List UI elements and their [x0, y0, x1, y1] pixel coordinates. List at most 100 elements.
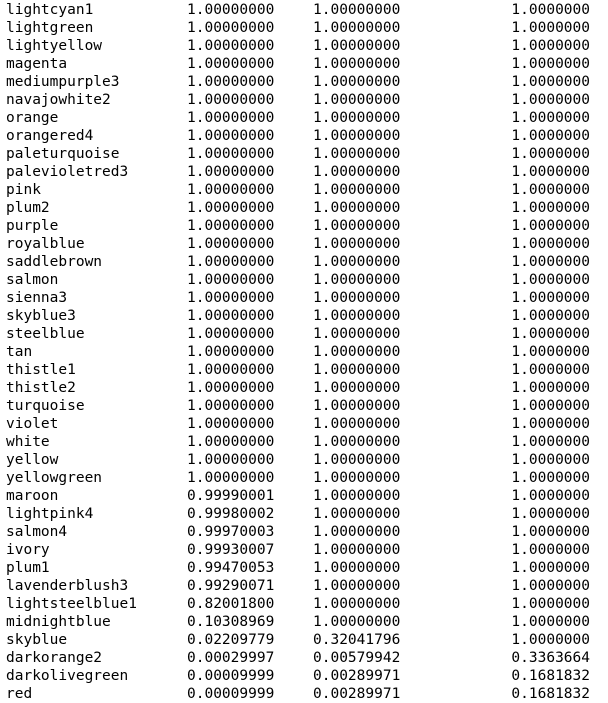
- value-col-2: 1.00000000: [313, 452, 401, 468]
- value-col-1: 1.00000000: [187, 326, 275, 342]
- value-col-2: 1.00000000: [313, 560, 401, 576]
- value-col-2: 1.00000000: [313, 38, 401, 54]
- value-col-3: 1.0000000: [511, 416, 590, 432]
- output-row: yellow 1.00000000 1.00000000 1.0000000: [0, 451, 608, 469]
- value-col-3: 1.0000000: [511, 578, 590, 594]
- value-col-3: 1.0000000: [511, 2, 590, 18]
- value-col-2: 1.00000000: [313, 506, 401, 522]
- output-row: white 1.00000000 1.00000000 1.0000000: [0, 433, 608, 451]
- value-col-1: 0.99930007: [187, 542, 275, 558]
- output-row: skyblue3 1.00000000 1.00000000 1.0000000: [0, 307, 608, 325]
- output-row: orange 1.00000000 1.00000000 1.0000000: [0, 109, 608, 127]
- output-row: navajowhite2 1.00000000 1.00000000 1.000000…: [0, 91, 608, 109]
- color-name: orange: [6, 110, 59, 126]
- color-name: yellowgreen: [6, 470, 103, 486]
- value-col-1: 1.00000000: [187, 362, 275, 378]
- value-col-2: 1.00000000: [313, 20, 401, 36]
- value-col-3: 1.0000000: [511, 344, 590, 360]
- value-col-1: 1.00000000: [187, 398, 275, 414]
- color-name: purple: [6, 218, 59, 234]
- output-row: purple 1.00000000 1.00000000 1.0000000: [0, 217, 608, 235]
- value-col-1: 0.99990001: [187, 488, 275, 504]
- value-col-1: 0.10308969: [187, 614, 275, 630]
- value-col-1: 0.99980002: [187, 506, 275, 522]
- value-col-2: 1.00000000: [313, 290, 401, 306]
- output-row: maroon 0.99990001 1.00000000 1.0000000: [0, 487, 608, 505]
- output-row: royalblue 1.00000000 1.00000000 1.0000000: [0, 235, 608, 253]
- value-col-3: 1.0000000: [511, 452, 590, 468]
- output-row: salmon4 0.99970003 1.00000000 1.0000000: [0, 523, 608, 541]
- value-col-1: 1.00000000: [187, 128, 275, 144]
- output-row: thistle1 1.00000000 1.00000000 1.0000000: [0, 361, 608, 379]
- value-col-2: 1.00000000: [313, 542, 401, 558]
- value-col-2: 1.00000000: [313, 614, 401, 630]
- value-col-1: 1.00000000: [187, 344, 275, 360]
- value-col-3: 1.0000000: [511, 470, 590, 486]
- value-col-1: 1.00000000: [187, 38, 275, 54]
- color-name: mediumpurple3: [6, 74, 120, 90]
- value-col-2: 1.00000000: [313, 578, 401, 594]
- output-row: lightcyan1 1.00000000 1.00000000 1.0000000: [0, 1, 608, 19]
- color-name: maroon: [6, 488, 59, 504]
- output-row: plum1 0.99470053 1.00000000 1.0000000: [0, 559, 608, 577]
- value-col-1: 1.00000000: [187, 218, 275, 234]
- value-col-1: 1.00000000: [187, 92, 275, 108]
- value-col-2: 1.00000000: [313, 74, 401, 90]
- value-col-2: 1.00000000: [313, 488, 401, 504]
- output-row: violet 1.00000000 1.00000000 1.0000000: [0, 415, 608, 433]
- console-output[interactable]: lightcyan1 1.00000000 1.00000000 1.0000000 l…: [0, 0, 608, 703]
- output-row: mediumpurple3 1.00000000 1.00000000 1.00000…: [0, 73, 608, 91]
- color-name: salmon: [6, 272, 59, 288]
- value-col-2: 1.00000000: [313, 326, 401, 342]
- value-col-2: 1.00000000: [313, 110, 401, 126]
- value-col-2: 1.00000000: [313, 272, 401, 288]
- output-row: lavenderblush3 0.99290071 1.00000000 1.0000…: [0, 577, 608, 595]
- value-col-3: 1.0000000: [511, 596, 590, 612]
- value-col-1: 1.00000000: [187, 254, 275, 270]
- color-name: thistle1: [6, 362, 76, 378]
- output-row: lightpink4 0.99980002 1.00000000 1.0000000: [0, 505, 608, 523]
- output-row: palevioletred3 1.00000000 1.00000000 1.0000…: [0, 163, 608, 181]
- color-name: saddlebrown: [6, 254, 103, 270]
- value-col-1: 0.00009999: [187, 668, 275, 684]
- color-name: paleturquoise: [6, 146, 120, 162]
- value-col-2: 1.00000000: [313, 92, 401, 108]
- value-col-3: 1.0000000: [511, 236, 590, 252]
- color-name: lightpink4: [6, 506, 94, 522]
- output-row: ivory 0.99930007 1.00000000 1.0000000: [0, 541, 608, 559]
- value-col-2: 0.00289971: [313, 668, 401, 684]
- value-col-2: 1.00000000: [313, 2, 401, 18]
- value-col-1: 1.00000000: [187, 452, 275, 468]
- output-row: tan 1.00000000 1.00000000 1.0000000: [0, 343, 608, 361]
- color-name: navajowhite2: [6, 92, 111, 108]
- value-col-3: 1.0000000: [511, 218, 590, 234]
- value-col-3: 1.0000000: [511, 308, 590, 324]
- value-col-3: 1.0000000: [511, 254, 590, 270]
- color-name: pink: [6, 182, 41, 198]
- output-row: steelblue 1.00000000 1.00000000 1.0000000: [0, 325, 608, 343]
- color-name: sienna3: [6, 290, 68, 306]
- color-name: ivory: [6, 542, 50, 558]
- value-col-1: 1.00000000: [187, 200, 275, 216]
- value-col-1: 1.00000000: [187, 272, 275, 288]
- value-col-1: 1.00000000: [187, 20, 275, 36]
- value-col-1: 1.00000000: [187, 290, 275, 306]
- output-row: pink 1.00000000 1.00000000 1.0000000: [0, 181, 608, 199]
- output-row: lightsteelblue1 0.82001800 1.00000000 1.000…: [0, 595, 608, 613]
- output-row: darkolivegreen 0.00009999 0.00289971 0.1681…: [0, 667, 608, 685]
- value-col-3: 1.0000000: [511, 20, 590, 36]
- value-col-2: 1.00000000: [313, 434, 401, 450]
- color-name: midnightblue: [6, 614, 111, 630]
- value-col-1: 1.00000000: [187, 308, 275, 324]
- color-name: magenta: [6, 56, 68, 72]
- value-col-2: 1.00000000: [313, 470, 401, 486]
- output-row: orangered4 1.00000000 1.00000000 1.0000000: [0, 127, 608, 145]
- value-col-1: 0.99290071: [187, 578, 275, 594]
- color-name: darkolivegreen: [6, 668, 129, 684]
- value-col-1: 1.00000000: [187, 380, 275, 396]
- output-row: paleturquoise 1.00000000 1.00000000 1.00000…: [0, 145, 608, 163]
- value-col-2: 1.00000000: [313, 200, 401, 216]
- color-name: palevioletred3: [6, 164, 129, 180]
- value-col-1: 1.00000000: [187, 182, 275, 198]
- value-col-3: 1.0000000: [511, 434, 590, 450]
